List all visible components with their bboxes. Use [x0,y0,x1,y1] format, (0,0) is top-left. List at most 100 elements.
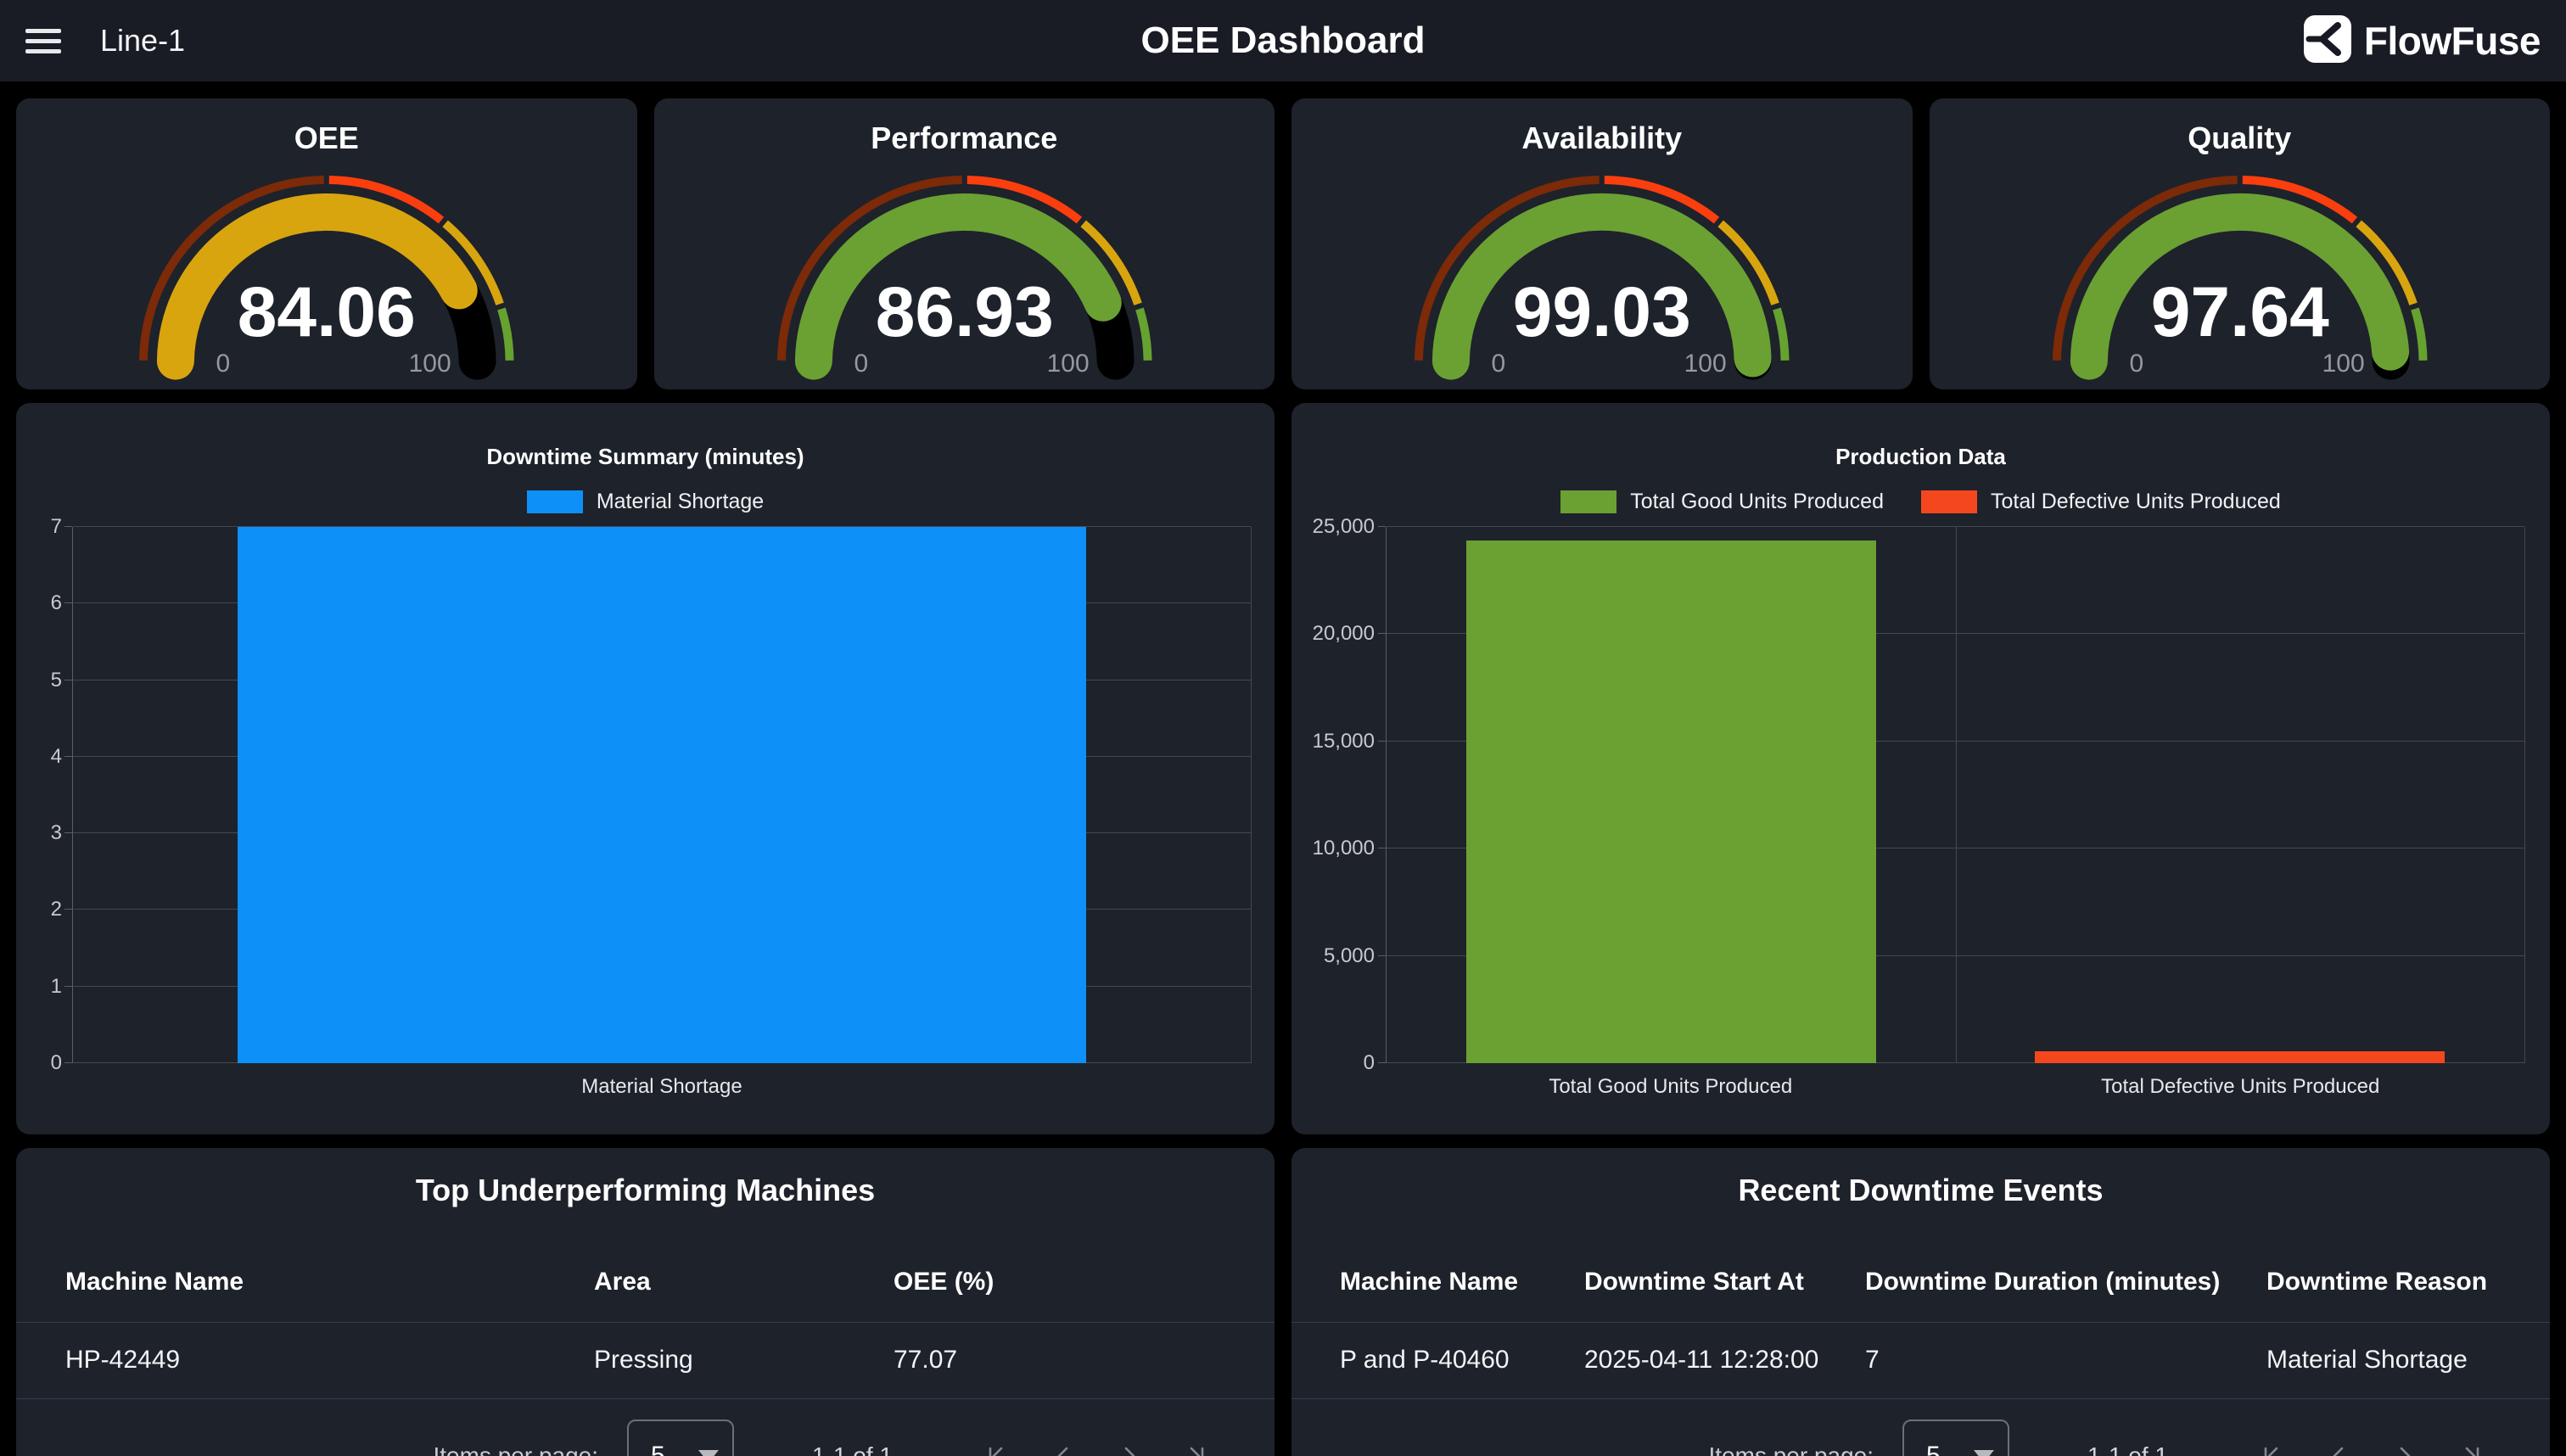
y-axis-labels: 05,00010,00015,00020,00025,000 [1291,403,1375,1134]
previous-page-icon[interactable] [1047,1440,1079,1456]
y-tick-label: 20,000 [1291,621,1375,647]
table-header-cell: Machine Name [1340,1257,1518,1308]
y-tick-label: 4 [16,744,62,770]
legend-item: Total Good Units Produced [1560,490,1884,514]
chart-title: Downtime Summary (minutes) [16,444,1275,470]
gauge-title: Availability [1291,120,1913,156]
previous-page-icon[interactable] [2322,1440,2355,1456]
gauge-arc: 99.030100 [1291,160,1913,394]
legend-label: Total Good Units Produced [1630,490,1884,514]
page-range-label: 1-1 of 1 [812,1442,893,1456]
legend-swatch [1921,490,1977,513]
tick-mark [64,602,72,603]
gauge-min-label: 0 [216,350,231,378]
first-page-icon[interactable] [981,1440,1013,1456]
gauge-max-label: 100 [409,350,451,378]
legend-swatch [1560,490,1616,513]
y-tick-label: 7 [16,514,62,540]
y-tick-label: 15,000 [1291,729,1375,754]
chart-legend: Material Shortage [16,490,1275,514]
downtime-summary-chart-card: Downtime Summary (minutes) Material Shor… [16,403,1275,1134]
divider [16,1398,1275,1399]
y-tick-label: 2 [16,897,62,922]
chart-legend: Total Good Units Produced Total Defective… [1291,490,2550,514]
divider [1291,1398,2550,1399]
table-title: Recent Downtime Events [1291,1172,2550,1209]
items-per-page-label: Items per page: [433,1442,598,1456]
next-page-icon[interactable] [2389,1440,2421,1456]
table-header-row: Machine NameDowntime Start AtDowntime Du… [1291,1257,2550,1308]
x-axis-labels: Total Good Units ProducedTotal Defective… [1386,1075,2525,1102]
table-header-cell: Area [594,1257,651,1308]
legend-label: Material Shortage [597,490,764,514]
gauge-min-label: 0 [2129,350,2143,378]
tick-mark [64,756,72,757]
table-cell: Material Shortage [2266,1322,2468,1398]
table-header-cell: Machine Name [65,1257,244,1308]
brand-name: FlowFuse [2364,18,2541,64]
items-per-page-select[interactable]: 5 [627,1420,734,1456]
table-row[interactable]: HP-42449 Pressing 77.07 [16,1322,1275,1398]
gauge-title: Performance [654,120,1275,156]
table-cell: P and P-40460 [1340,1322,1510,1398]
items-per-page-value: 5 [651,1442,665,1456]
select-caret-icon [1974,1450,1994,1456]
gauge-value: 86.93 [875,272,1053,351]
tick-mark [1378,526,1386,527]
next-page-icon[interactable] [1113,1440,1146,1456]
legend-swatch [527,490,583,513]
table-header-cell: Downtime Start At [1584,1257,1804,1308]
category-separator [1956,527,1957,1063]
select-caret-icon [698,1450,719,1456]
y-tick-label: 6 [16,591,62,616]
page-title: OEE Dashboard [0,20,2566,62]
legend-item: Material Shortage [527,490,764,514]
table-cell: 7 [1865,1322,1880,1398]
last-page-icon[interactable] [1179,1440,1212,1456]
brand: FlowFuse [2303,0,2541,81]
flowfuse-logo-icon [2303,14,2352,68]
tick-mark [1378,955,1386,956]
gauge-card-availability: Availability99.030100 [1291,98,1913,389]
items-per-page-select[interactable]: 5 [1902,1420,2009,1456]
x-axis-labels: Material Shortage [72,1075,1252,1102]
y-tick-label: 5,000 [1291,944,1375,969]
tick-mark [64,909,72,910]
x-axis-label: Total Defective Units Produced [2101,1075,2379,1099]
gauge-arc: 86.930100 [654,160,1275,394]
gauge-min-label: 0 [854,350,868,378]
bar [1466,540,1876,1063]
first-page-icon[interactable] [2256,1440,2289,1456]
gauge-title: Quality [1930,120,2551,156]
table-title: Top Underperforming Machines [16,1172,1275,1209]
y-tick-label: 10,000 [1291,836,1375,861]
tick-mark [1378,633,1386,634]
y-tick-label: 5 [16,668,62,693]
gauge-value: 97.64 [2150,272,2328,351]
oee-dashboard: Line-1 OEE Dashboard FlowFuse OEE84.0601… [0,0,2566,1456]
y-tick-label: 3 [16,820,62,846]
y-tick-label: 25,000 [1291,514,1375,540]
tick-mark [1378,741,1386,742]
chart-title: Production Data [1291,444,2550,470]
recent-downtime-events-card: Recent Downtime Events Machine Name Downt… [1291,1148,2550,1456]
gauge-arc: 84.060100 [16,160,637,394]
x-axis-label: Material Shortage [581,1075,742,1099]
bar-chart-plot [72,527,1252,1063]
table-row[interactable]: P and P-404602025-04-11 12:28:007Materia… [1291,1322,2550,1398]
last-page-icon[interactable] [2455,1440,2487,1456]
production-data-chart-card: Production Data Total Good Units Produce… [1291,403,2550,1134]
gauge-min-label: 0 [1492,350,1506,378]
y-tick-label: 1 [16,974,62,1000]
table-cell: HP-42449 [65,1322,180,1398]
tick-mark [64,832,72,833]
bar [2035,1051,2445,1063]
y-axis-labels: 01234567 [16,403,62,1134]
legend-label: Total Defective Units Produced [1991,490,2281,514]
table-cell: 77.07 [894,1322,957,1398]
gauge-card-performance: Performance86.930100 [654,98,1275,389]
tick-mark [64,526,72,527]
table-header-cell: OEE (%) [894,1257,994,1308]
bar-chart-plot [1386,527,2525,1063]
table-cell: Pressing [594,1322,693,1398]
